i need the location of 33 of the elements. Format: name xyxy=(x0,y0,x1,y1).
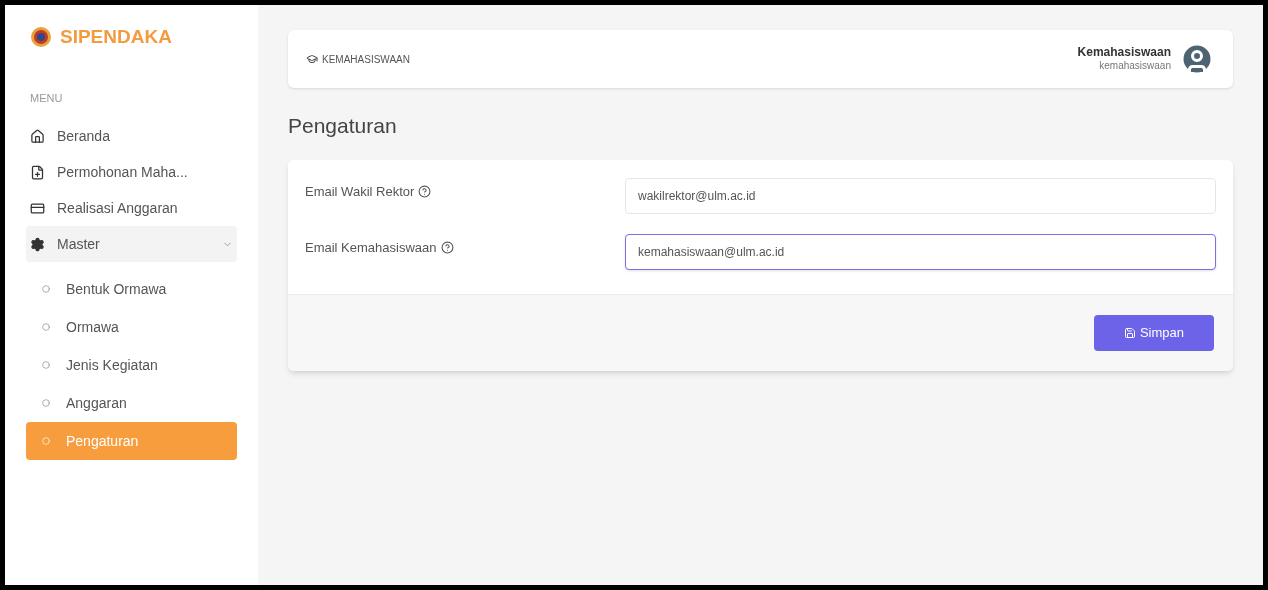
sidebar-item[interactable]: Beranda xyxy=(30,118,233,154)
sidebar-item[interactable]: Realisasi Anggaran xyxy=(30,190,233,226)
sidebar-subitem[interactable]: Jenis Kegiatan xyxy=(26,346,237,384)
home-icon xyxy=(30,128,45,144)
breadcrumb: KEMAHASISWAAN xyxy=(322,52,410,67)
help-icon[interactable] xyxy=(440,240,454,254)
sidebar-item[interactable]: Master xyxy=(26,226,237,262)
sidebar-subitem[interactable]: Ormawa xyxy=(26,308,237,346)
circle-icon xyxy=(42,399,50,407)
card-icon xyxy=(30,200,45,216)
save-button[interactable]: Simpan xyxy=(1094,314,1214,351)
user-name: Kemahasiswaan xyxy=(1077,45,1171,61)
page-title: Pengaturan xyxy=(288,113,398,139)
circle-icon xyxy=(42,323,50,331)
logo-icon xyxy=(30,26,52,49)
menu-heading: MENU xyxy=(30,90,64,106)
brand-name: SIPENDAKA xyxy=(60,25,172,49)
field-label: Email Kemahasiswaan xyxy=(305,238,437,257)
circle-icon xyxy=(42,285,50,293)
sidebar-item[interactable]: Permohonan Maha... xyxy=(30,154,233,190)
sidebar-subitem[interactable]: Bentuk Ormawa xyxy=(26,270,237,308)
graduation-cap-icon xyxy=(306,53,318,65)
save-icon xyxy=(1123,326,1136,339)
help-icon[interactable] xyxy=(418,184,432,198)
email-field[interactable]: wakilrektor@ulm.ac.id xyxy=(625,177,1216,214)
sidebar-subitem[interactable]: Anggaran xyxy=(26,384,237,422)
user-username: kemahasiswaan xyxy=(1099,60,1171,73)
email-field[interactable]: kemahasiswaan@ulm.ac.id xyxy=(625,233,1216,270)
circle-icon xyxy=(42,361,50,369)
circle-icon xyxy=(42,437,50,445)
file-plus-icon xyxy=(30,164,45,180)
field-label: Email Wakil Rektor xyxy=(305,182,415,201)
gear-icon xyxy=(30,236,45,252)
